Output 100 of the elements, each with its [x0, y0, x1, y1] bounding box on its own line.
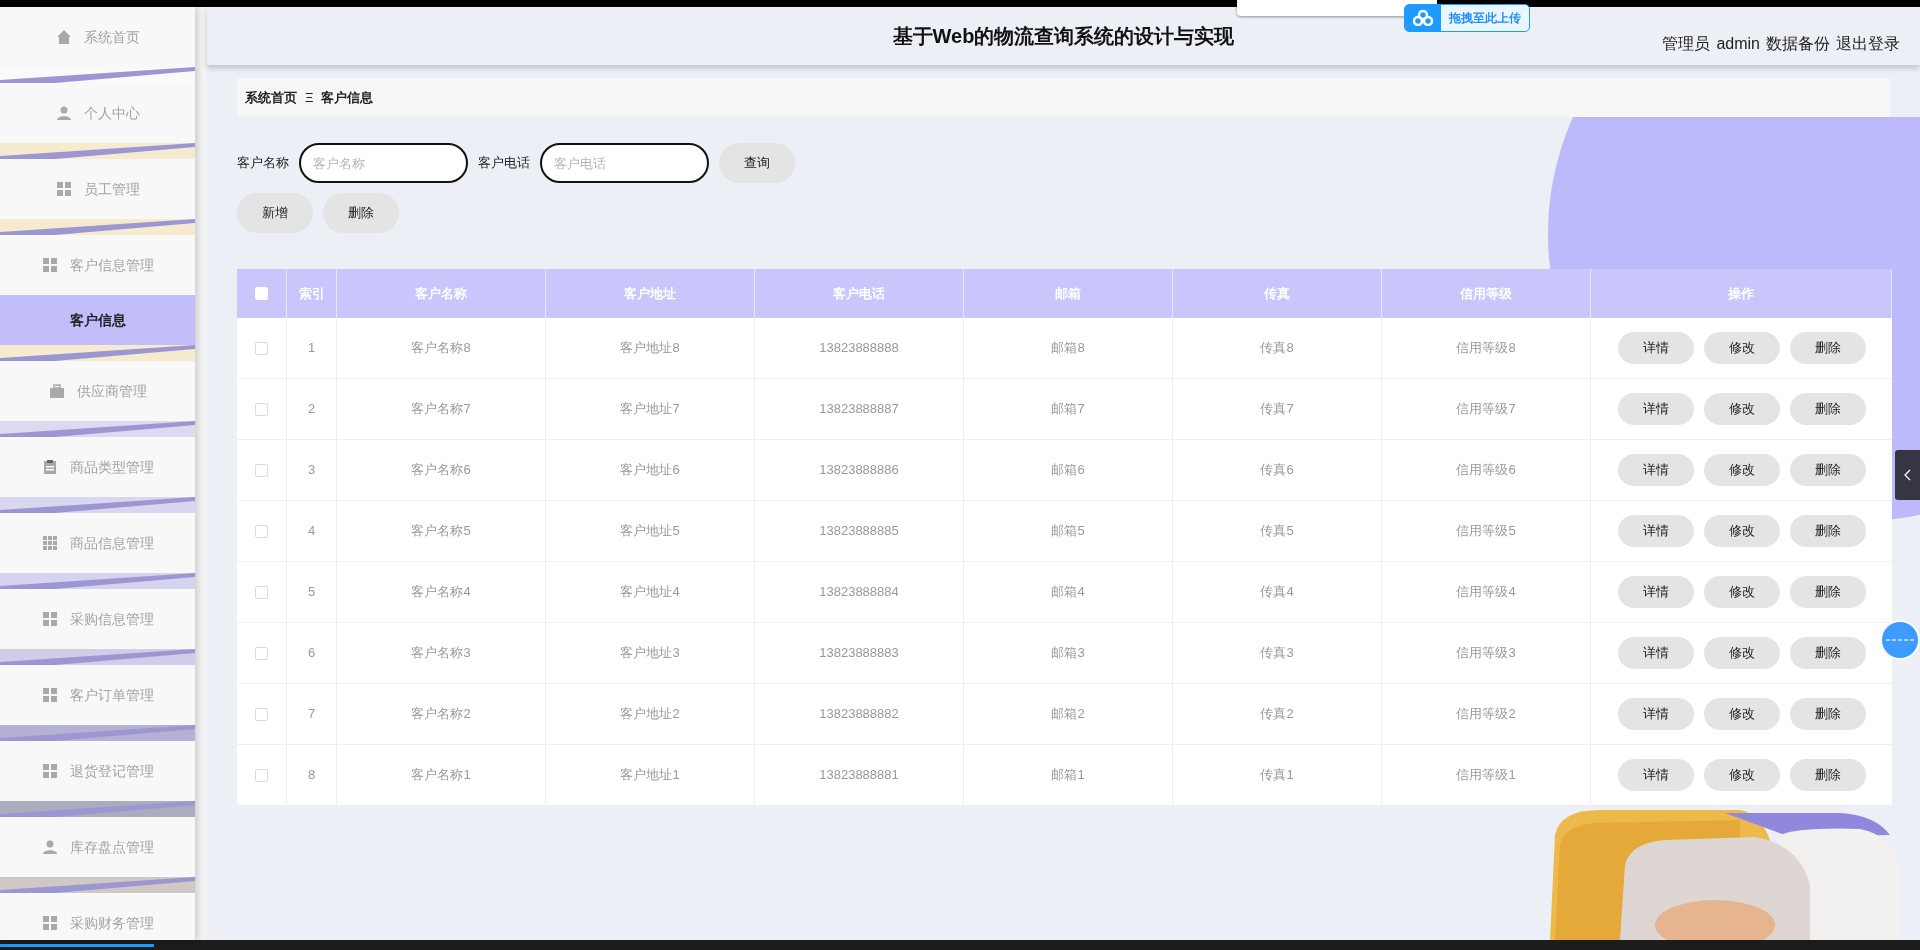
table-cell-text: 2	[307, 400, 316, 419]
search-field[interactable]: 客户电话	[540, 143, 709, 183]
table-cell-text: 5	[307, 583, 316, 602]
table-cell-text: 客户名称5	[411, 522, 471, 541]
search-button[interactable]: 查询	[719, 143, 795, 183]
briefcase-icon	[48, 383, 65, 399]
cloud-icon	[1413, 10, 1433, 26]
breadcrumb-separator: Ξ	[305, 88, 314, 107]
table-cell-text: 客户地址4	[620, 583, 680, 602]
table-cell-text: 13823888886	[819, 461, 899, 480]
column-header: 索引	[298, 284, 325, 303]
row-action-button[interactable]: 详情	[1617, 515, 1694, 547]
table-cell-text: 13823888885	[819, 522, 899, 541]
row-action-button[interactable]: 删除	[1789, 515, 1866, 547]
side-panel-toggle[interactable]	[1895, 450, 1920, 500]
row-action-button[interactable]: 删除	[1789, 637, 1866, 669]
table-cell-text: 13823888883	[819, 644, 899, 663]
table-cell-text: 4	[307, 522, 316, 541]
column-header: 客户地址	[624, 284, 676, 303]
table-cell-text: 客户地址1	[620, 766, 680, 785]
breadcrumb-link[interactable]: 客户信息	[321, 87, 374, 108]
table-cell-text: 1	[307, 339, 316, 358]
float-ball-icon[interactable]	[1880, 620, 1920, 660]
toolbar-button[interactable]: 删除	[323, 193, 399, 233]
row-action-button[interactable]: 修改	[1703, 637, 1780, 669]
row-checkbox[interactable]	[255, 463, 268, 477]
row-action-button[interactable]: 详情	[1617, 759, 1694, 791]
row-checkbox[interactable]	[255, 768, 268, 782]
row-action-button[interactable]: 详情	[1617, 393, 1694, 425]
table-cell-text: 邮箱5	[1051, 522, 1085, 541]
row-action-button[interactable]: 删除	[1789, 698, 1866, 730]
row-checkbox[interactable]	[255, 524, 268, 538]
row-action-button[interactable]: 修改	[1703, 393, 1780, 425]
table-cell-text: 邮箱3	[1051, 644, 1085, 663]
row-action-button[interactable]: 删除	[1789, 759, 1866, 791]
table-cell-text: 传真1	[1260, 766, 1294, 785]
toolbar-button[interactable]: 新增	[237, 193, 313, 233]
role-label: 管理员	[1662, 34, 1711, 54]
table-cell-text: 邮箱7	[1051, 400, 1085, 419]
table-cell-text: 3	[307, 461, 316, 480]
table-cell-text: 客户地址3	[620, 644, 680, 663]
upload-label: 拖拽至此上传	[1448, 10, 1522, 27]
grid-icon	[41, 915, 58, 931]
row-action-button[interactable]: 修改	[1703, 759, 1780, 791]
row-checkbox[interactable]	[255, 707, 268, 721]
table-cell-text: 13823888882	[819, 705, 899, 724]
table-cell-text: 邮箱6	[1051, 461, 1085, 480]
table-cell-text: 13823888888	[819, 339, 899, 358]
table-cell-text: 客户地址8	[620, 339, 680, 358]
grid-icon	[41, 763, 58, 779]
grid-icon	[41, 257, 58, 273]
select-all-checkbox[interactable]	[255, 287, 268, 300]
row-action-button[interactable]: 详情	[1617, 332, 1694, 364]
table-cell-text: 客户名称3	[411, 644, 471, 663]
row-checkbox[interactable]	[255, 341, 268, 355]
table-cell-text: 8	[307, 766, 316, 785]
table-cell-text: 客户名称2	[411, 705, 471, 724]
row-checkbox[interactable]	[255, 585, 268, 599]
table-cell-text: 客户名称8	[411, 339, 471, 358]
table-cell-text: 客户地址7	[620, 400, 680, 419]
row-action-button[interactable]: 修改	[1703, 332, 1780, 364]
row-action-button[interactable]: 详情	[1617, 454, 1694, 486]
row-action-button[interactable]: 详情	[1617, 576, 1694, 608]
column-header: 信用等级	[1460, 284, 1512, 303]
home-icon	[55, 29, 72, 45]
table-cell-text: 传真4	[1260, 583, 1294, 602]
breadcrumb-link[interactable]: 系统首页	[245, 87, 297, 108]
table-cell-text: 客户地址6	[620, 461, 680, 480]
header-link[interactable]: 退出登录	[1836, 32, 1900, 56]
header-link[interactable]: 数据备份	[1766, 32, 1830, 56]
table-cell-text: 传真2	[1260, 705, 1294, 724]
row-action-button[interactable]: 修改	[1703, 454, 1780, 486]
table-cell-text: 传真3	[1260, 644, 1294, 663]
table-cell-text: 邮箱8	[1051, 339, 1085, 358]
row-checkbox[interactable]	[255, 646, 268, 660]
row-action-button[interactable]: 删除	[1789, 576, 1866, 608]
sidebar-item[interactable]: 客户信息	[0, 295, 195, 345]
table-cell-text: 信用等级3	[1456, 644, 1516, 663]
row-action-button[interactable]: 修改	[1703, 576, 1780, 608]
table-cell-text: 7	[307, 705, 316, 724]
table-cell-text: 客户地址2	[620, 705, 680, 724]
column-header: 操作	[1728, 284, 1754, 303]
table-cell-text: 邮箱4	[1051, 583, 1085, 602]
search-field[interactable]: 客户名称	[299, 143, 468, 183]
row-action-button[interactable]: 修改	[1703, 515, 1780, 547]
table-cell-text: 客户名称4	[411, 583, 471, 602]
row-action-button[interactable]: 详情	[1617, 637, 1694, 669]
grid-icon	[41, 611, 58, 627]
app-title: 基于Web的物流查询系统的设计与实现	[892, 24, 1235, 49]
field-label: 客户名称	[237, 154, 289, 173]
chevron-left-icon	[1903, 469, 1912, 481]
table-cell-text: 信用等级6	[1456, 461, 1516, 480]
table-cell-text: 信用等级2	[1456, 705, 1516, 724]
grid-icon	[41, 535, 58, 551]
row-action-button[interactable]: 修改	[1703, 698, 1780, 730]
row-action-button[interactable]: 删除	[1789, 393, 1866, 425]
row-checkbox[interactable]	[255, 402, 268, 416]
row-action-button[interactable]: 删除	[1789, 454, 1866, 486]
row-action-button[interactable]: 详情	[1617, 698, 1694, 730]
row-action-button[interactable]: 删除	[1789, 332, 1866, 364]
